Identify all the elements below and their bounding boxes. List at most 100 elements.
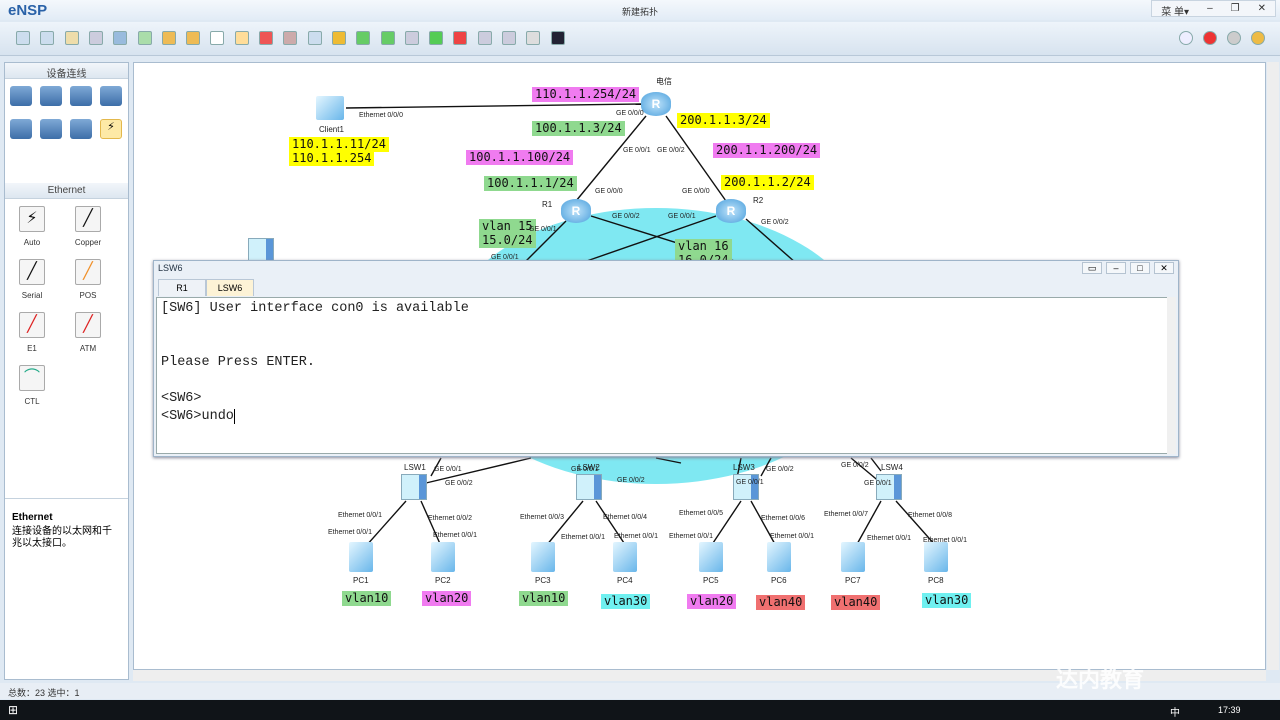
delete-icon[interactable] [259,31,273,45]
select-icon[interactable] [210,31,225,45]
zoom-in-icon[interactable] [356,31,371,45]
zoom-out-icon[interactable] [380,31,395,45]
firewall-device-icon[interactable] [100,86,122,106]
console-restore-button[interactable]: ▭ [1082,262,1102,274]
console-tab-r1[interactable]: R1 [158,279,206,296]
cable-ctl[interactable]: ⌒ [19,365,45,391]
console-line: Please Press ENTER. [161,355,315,370]
window-title: 新建拓扑 [621,7,658,17]
stop-icon[interactable] [453,31,468,45]
pc-node[interactable] [613,542,637,572]
redo-icon[interactable] [186,31,201,45]
settings-icon[interactable] [1227,31,1241,45]
close-button[interactable]: ✕ [1249,1,1275,16]
new-topo-icon[interactable] [16,31,30,45]
router-node[interactable]: R [561,199,591,223]
cable-auto[interactable]: ⚡ [19,206,45,232]
cli-icon[interactable] [550,31,565,45]
topology-icon[interactable] [502,31,516,45]
port-label: GE 0/0/1 [529,226,557,233]
cable-pos[interactable]: ╱ [75,259,101,285]
link[interactable] [420,500,442,547]
node-label: R2 [753,196,764,205]
pc-node[interactable] [531,542,555,572]
sw-node[interactable] [401,474,427,500]
pc-node[interactable] [699,542,723,572]
start-icon[interactable] [429,31,444,45]
sw-node[interactable] [876,474,902,500]
router-node[interactable]: R [641,92,671,116]
console-maximize-button[interactable]: □ [1130,262,1150,274]
client-node[interactable] [316,96,344,120]
restore-button[interactable]: ❐ [1222,1,1249,16]
cloud-device-icon[interactable] [40,119,62,139]
port-label: GE 0/0/2 [657,147,685,154]
save-as-icon[interactable] [113,31,128,45]
console-minimize-button[interactable]: – [1106,262,1126,274]
console-output[interactable]: [SW6] User interface con0 is available P… [156,297,1170,454]
pc-node[interactable] [349,542,373,572]
vertical-scrollbar[interactable] [1267,62,1279,670]
port-label: Ethernet 0/0/1 [770,533,814,540]
pan-icon[interactable] [234,31,249,45]
pc-node[interactable] [841,542,865,572]
palette-icon[interactable] [331,31,346,45]
cable-atm[interactable]: ╱ [75,312,101,338]
link[interactable] [710,500,742,547]
open-icon[interactable] [64,31,79,45]
print-icon[interactable] [137,31,152,45]
cable-label: Copper [74,238,102,247]
watermark: 达内教育 [1056,667,1145,692]
connection-device-icon[interactable]: ⚡ [100,119,122,139]
main-menu-button[interactable]: 菜 单▾ [1152,1,1198,18]
grid-icon[interactable] [526,31,541,45]
save-icon[interactable] [88,31,103,45]
description-box: Ethernet 连接设备的以太网和千兆以太接口。 [5,498,128,679]
start-icon[interactable]: ⊞ [8,703,18,717]
console-tab-lsw6[interactable]: LSW6 [206,279,254,296]
huawei-icon[interactable] [1203,31,1217,45]
node-label: PC2 [435,576,451,585]
delete-link-icon[interactable] [283,31,298,45]
pc-device-icon[interactable] [10,119,32,139]
vlan-label: vlan30 [601,594,651,609]
cable-serial[interactable]: ╱ [19,259,45,285]
fit-icon[interactable] [404,31,419,45]
help-icon[interactable] [1251,31,1265,45]
console-scrollbar[interactable] [1167,297,1176,454]
router-device-icon[interactable] [10,86,32,106]
feedback-icon[interactable] [1179,31,1193,45]
other-device-icon[interactable] [70,119,92,139]
vlan-label: vlan40 [831,595,881,610]
minimize-button[interactable]: – [1198,1,1222,16]
ime-indicator[interactable]: 中 [1170,704,1180,719]
cable-copper[interactable]: ╱ [75,206,101,232]
console-close-button[interactable]: ✕ [1154,262,1174,274]
link[interactable] [870,457,882,472]
switch-device-icon[interactable] [40,86,62,106]
port-label: GE 0/0/1 [736,479,764,486]
router-node[interactable]: R [716,199,746,223]
cable-e1[interactable]: ╱ [19,312,45,338]
node-label: 电信 [656,77,672,86]
undo-icon[interactable] [161,31,176,45]
port-label: GE 0/0/0 [595,188,623,195]
text-icon[interactable] [307,31,322,45]
toolbar [0,22,1280,56]
node-label: Client1 [319,125,344,134]
wlan-device-icon[interactable] [70,86,92,106]
link[interactable] [345,103,642,109]
collect-icon[interactable] [477,31,492,45]
pc-node[interactable] [767,542,791,572]
link[interactable] [365,500,407,547]
node-label: PC5 [703,576,719,585]
port-label: GE 0/0/2 [617,477,645,484]
new-example-icon[interactable] [40,31,55,45]
port-label: GE 0/0/1 [864,480,892,487]
pc-node[interactable] [431,542,455,572]
sw-node[interactable] [576,474,602,500]
devices-header: 设备连线 [5,63,128,80]
sw-node[interactable] [733,474,759,500]
vlan-label: vlan10 [519,591,569,606]
pc-node[interactable] [924,542,948,572]
